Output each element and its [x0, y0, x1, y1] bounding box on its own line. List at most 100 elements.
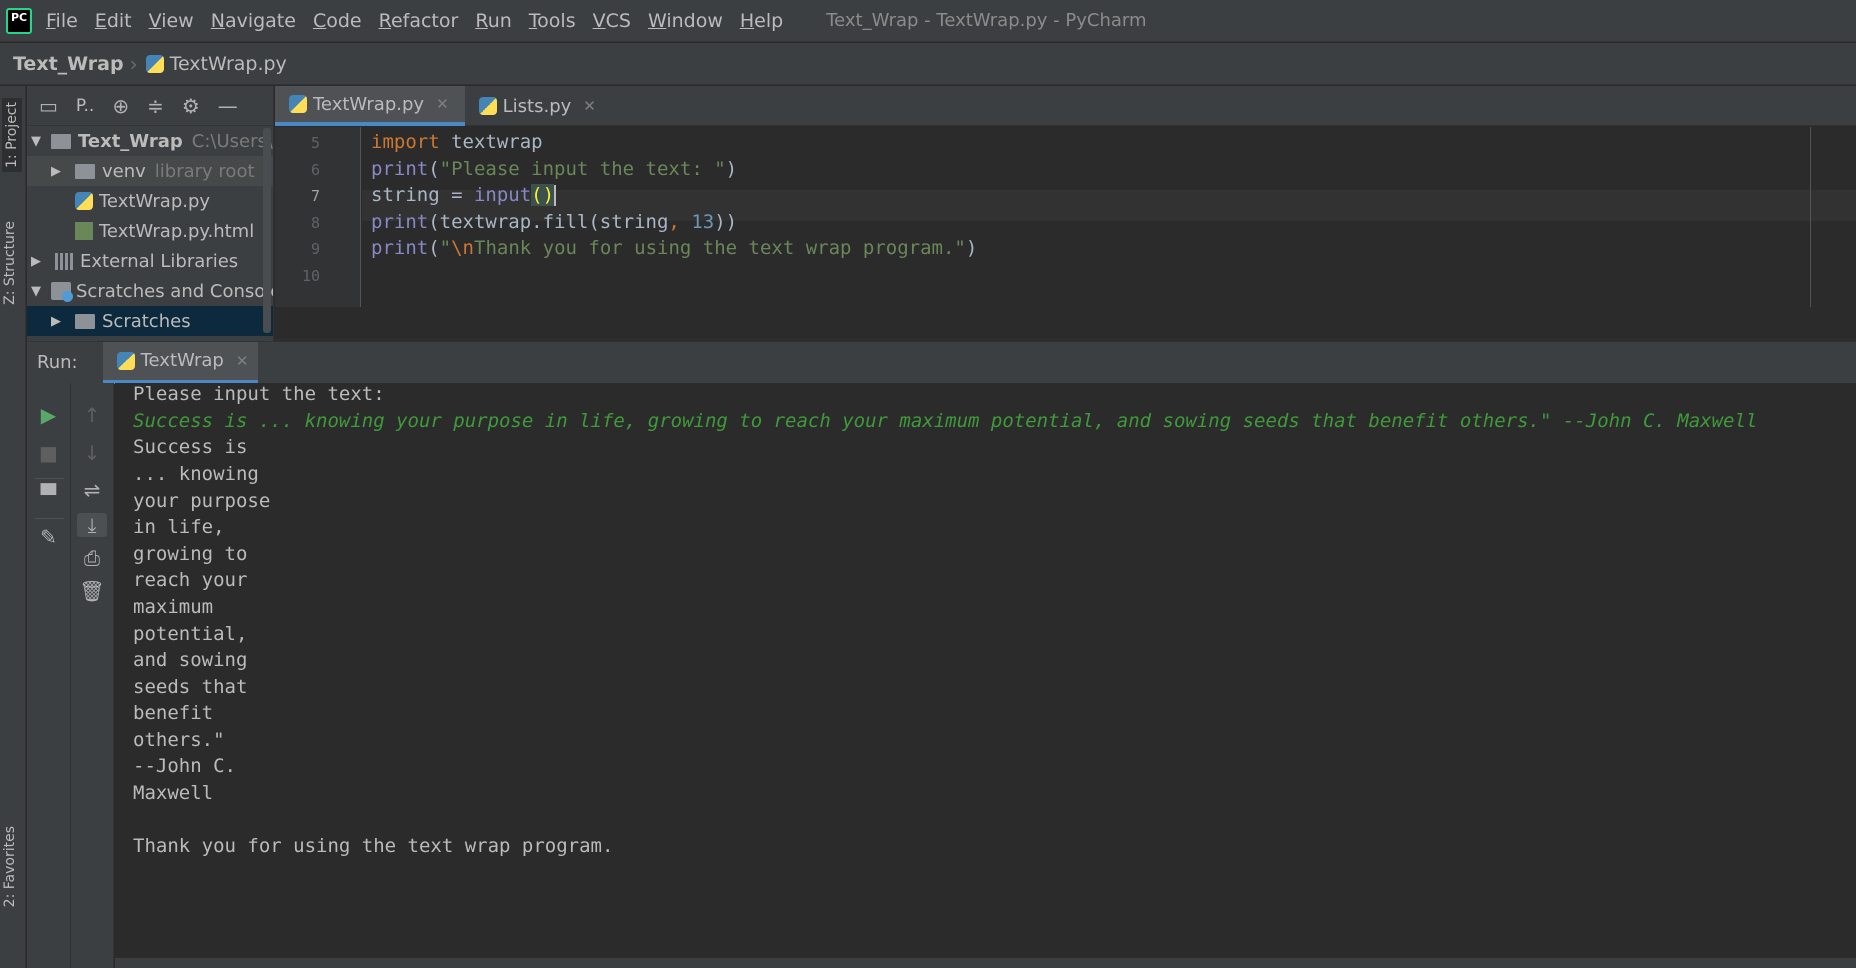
layout-icon[interactable]: ▀: [27, 483, 70, 507]
console-input-line: Success is ... knowing your purpose in l…: [133, 410, 1758, 432]
trash-icon[interactable]: 🗑: [71, 579, 113, 603]
menu-file[interactable]: File: [46, 10, 78, 32]
breadcrumb-file[interactable]: TextWrap.py: [145, 52, 287, 75]
pin-icon[interactable]: ✎: [27, 525, 70, 549]
tree-item-label: TextWrap.py: [99, 190, 211, 212]
arrow-up-icon[interactable]: ↑: [71, 403, 113, 427]
code-token: ): [965, 237, 978, 259]
window-title: Text_Wrap - TextWrap.py - PyCharm: [826, 10, 1147, 31]
code-line: print("\nThank you for using the text wr…: [371, 237, 977, 259]
stop-icon[interactable]: ■: [27, 441, 70, 465]
project-panel: ▭ P.. ⊕ ≑ ⚙ — ▼ Text_Wrap C:\Users\ro ▶ …: [27, 86, 274, 341]
code-token: print: [371, 237, 429, 259]
minimize-icon[interactable]: —: [218, 94, 238, 118]
menu-bar: PC File Edit View Navigate Code Refactor…: [0, 0, 1856, 42]
tree-item-label: Text_Wrap: [78, 130, 183, 152]
chevron-down-icon[interactable]: ▼: [31, 284, 41, 299]
run-panel-header: Run: TextWrap ✕: [27, 341, 1856, 384]
close-icon[interactable]: ✕: [436, 95, 449, 113]
menu-navigate[interactable]: Navigate: [211, 10, 296, 32]
chevron-right-icon[interactable]: ▶: [51, 314, 65, 329]
code-token: ": [439, 237, 452, 259]
chevron-right-icon[interactable]: ▶: [31, 254, 45, 269]
chevron-right-icon[interactable]: ▶: [51, 164, 65, 179]
tree-item-scratches-consoles[interactable]: ▼ Scratches and Consoles: [27, 276, 273, 306]
gear-icon[interactable]: ⚙: [182, 94, 200, 118]
line-number: 9: [310, 240, 320, 258]
code-token: (): [531, 184, 555, 206]
print-icon[interactable]: ⎙: [71, 546, 113, 570]
code-token: textwrap: [439, 131, 543, 153]
locate-icon[interactable]: ⊕: [112, 94, 129, 118]
python-file-icon: [145, 54, 164, 73]
console-line: others.": [133, 729, 225, 751]
bottom-tool-bar: [115, 958, 1856, 968]
tool-tab-structure[interactable]: Z: Structure: [2, 221, 18, 305]
console-line: ... knowing: [133, 463, 259, 485]
close-icon[interactable]: ✕: [236, 352, 249, 370]
editor-bottom-spacer: [275, 307, 1856, 340]
menu-code[interactable]: Code: [313, 10, 362, 32]
scroll-to-end-icon[interactable]: ⤓: [77, 513, 107, 537]
toolbar-divider: [34, 478, 64, 479]
code-token: (: [428, 158, 440, 180]
code-editor[interactable]: 5 6 7 8 9 10 import textwrap print("Plea…: [275, 127, 1856, 307]
line-number: 5: [310, 134, 320, 152]
menu-run[interactable]: Run: [475, 10, 511, 32]
toolbar-divider: [34, 518, 64, 519]
breadcrumb-project[interactable]: Text_Wrap: [13, 53, 124, 75]
arrow-down-icon[interactable]: ↓: [71, 441, 113, 465]
code-token: "Please input the text: ": [439, 158, 726, 180]
tree-item-detail: library root: [154, 160, 255, 182]
menu-vcs[interactable]: VCS: [593, 10, 631, 32]
project-view-select[interactable]: P..: [76, 96, 94, 116]
editor-tab-lists[interactable]: Lists.py ✕: [465, 86, 612, 126]
console-line: your purpose: [133, 490, 271, 512]
run-toolbar-secondary: ↑ ↓ ⇌ ⤓ ⎙ 🗑: [71, 383, 114, 968]
code-token: (: [428, 237, 440, 259]
breadcrumb-file-label: TextWrap.py: [169, 52, 287, 75]
console-line: --John C.: [133, 755, 236, 777]
code-token: string =: [371, 184, 474, 206]
chevron-down-icon[interactable]: ▼: [31, 134, 41, 149]
menu-edit[interactable]: Edit: [95, 10, 132, 32]
soft-wrap-icon[interactable]: ⇌: [71, 478, 113, 502]
close-icon[interactable]: ✕: [583, 97, 596, 115]
project-scrollbar[interactable]: [263, 128, 271, 333]
menu-tools[interactable]: Tools: [529, 10, 576, 32]
tool-tab-favorites[interactable]: 2: Favorites: [2, 826, 18, 907]
tree-item-scratches[interactable]: ▶ Scratches: [27, 306, 273, 336]
scratches-icon: [51, 282, 73, 302]
line-number: 7: [310, 187, 320, 205]
menu-window[interactable]: Window: [648, 10, 723, 32]
code-line: string = input(): [371, 184, 557, 206]
tree-item-venv[interactable]: ▶ venv library root: [27, 156, 273, 186]
console-line: in life,: [133, 516, 225, 538]
editor-tab-textwrap[interactable]: TextWrap.py ✕: [275, 86, 465, 126]
run-console[interactable]: Please input the text: Success is ... kn…: [115, 383, 1856, 958]
code-token: (textwrap.fill(string: [428, 211, 669, 233]
tool-tab-project[interactable]: 1: Project: [2, 98, 22, 172]
tree-item-textwrap-html[interactable]: TextWrap.py.html: [27, 216, 273, 246]
tree-item-external-libraries[interactable]: ▶ External Libraries: [27, 246, 273, 276]
run-label: Run:: [37, 352, 78, 373]
tree-item-textwrap-py[interactable]: TextWrap.py: [27, 186, 273, 216]
code-token: \n: [451, 237, 474, 259]
menu-refactor[interactable]: Refactor: [379, 10, 459, 32]
code-line: print(textwrap.fill(string, 13)): [371, 211, 737, 233]
code-token: ,: [668, 211, 692, 233]
console-line: growing to: [133, 543, 248, 565]
menu-view[interactable]: View: [149, 10, 194, 32]
tree-item-project-root[interactable]: ▼ Text_Wrap C:\Users\ro: [27, 126, 273, 156]
rerun-icon[interactable]: ▶: [27, 403, 70, 427]
menu-help[interactable]: Help: [740, 10, 783, 32]
console-line: benefit: [133, 702, 214, 724]
run-tab-textwrap[interactable]: TextWrap ✕: [102, 341, 259, 384]
folder-icon: [75, 313, 95, 329]
code-token: print: [371, 211, 429, 233]
chevron-right-icon: ›: [129, 51, 138, 76]
folder-icon: [51, 133, 71, 149]
collapse-all-icon[interactable]: ≑: [147, 94, 164, 118]
line-number: 8: [310, 214, 320, 232]
project-toolbar: ▭ P.. ⊕ ≑ ⚙ —: [27, 86, 273, 126]
